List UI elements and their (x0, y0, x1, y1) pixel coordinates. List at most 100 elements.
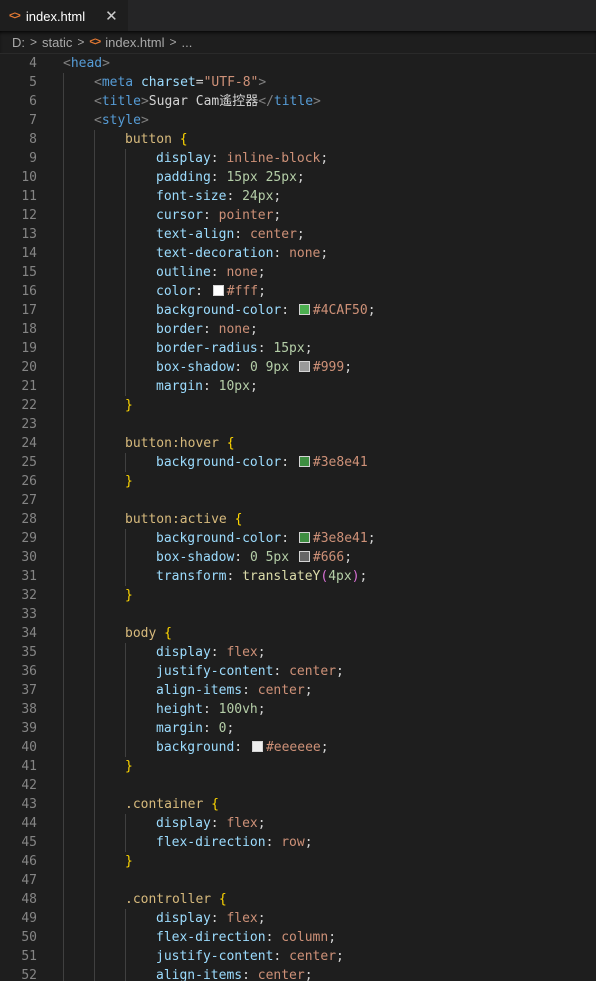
token-val: #eeeeee (265, 740, 321, 755)
line-number: 25 (21, 455, 37, 470)
token-sel: body (125, 626, 157, 641)
code-line[interactable]: 38 height: 100vh; (0, 700, 596, 719)
breadcrumb-folder[interactable]: static (42, 35, 72, 50)
code-line[interactable]: 22} (0, 396, 596, 415)
breadcrumb-drive[interactable]: D: (12, 35, 25, 50)
color-swatch[interactable] (298, 361, 310, 372)
code-content: text-align: center; (37, 225, 305, 244)
token-text: : (202, 322, 219, 337)
token-text: ; (367, 303, 376, 318)
code-line[interactable]: 18 border: none; (0, 320, 596, 339)
code-line[interactable]: 28 button:active { (0, 510, 596, 529)
color-swatch[interactable] (298, 551, 310, 562)
color-swatch[interactable] (298, 456, 310, 467)
code-line[interactable]: 48 .controller { (0, 890, 596, 909)
token-text: ; (304, 341, 313, 356)
code-line[interactable]: 32} (0, 586, 596, 605)
code-line[interactable]: 40 background: #eeeeee; (0, 738, 596, 757)
code-line[interactable]: 17 background-color: #4CAF50; (0, 301, 596, 320)
code-line[interactable]: 8 button { (0, 130, 596, 149)
code-line[interactable]: 5 <meta charset="UTF-8"> (0, 73, 596, 92)
indent-guide (125, 681, 126, 700)
code-line[interactable]: 15 outline: none; (0, 263, 596, 282)
code-line[interactable]: 36 justify-content: center; (0, 662, 596, 681)
token-text: : (265, 930, 282, 945)
token-text: ; (273, 208, 282, 223)
code-line[interactable]: 29 background-color: #3e8e41; (0, 529, 596, 548)
code-line[interactable]: 20 box-shadow: 0 9px #999; (0, 358, 596, 377)
code-content: <title>Sugar Cam遙控器</title> (37, 92, 321, 111)
code-line[interactable]: 12 cursor: pointer; (0, 206, 596, 225)
code-content: justify-content: center; (37, 662, 344, 681)
code-line[interactable]: 11 font-size: 24px; (0, 187, 596, 206)
tab-index-html[interactable]: <> index.html ✕ (0, 0, 128, 31)
color-swatch[interactable] (298, 304, 310, 315)
indent-guide (94, 130, 95, 149)
token-sel: button (125, 132, 172, 147)
code-line[interactable]: 6 <title>Sugar Cam遙控器</title> (0, 92, 596, 111)
code-content: padding: 15px 25px; (37, 168, 305, 187)
code-line[interactable]: 33 (0, 605, 596, 624)
color-swatch[interactable] (251, 741, 263, 752)
code-line[interactable]: 13 text-align: center; (0, 225, 596, 244)
token-val: #666 (312, 550, 345, 565)
color-swatch[interactable] (212, 285, 224, 296)
color-swatch[interactable] (298, 532, 310, 543)
code-line[interactable]: 31 transform: translateY(4px); (0, 567, 596, 586)
token-brace: } (125, 474, 133, 489)
code-line[interactable]: 37 align-items: center; (0, 681, 596, 700)
indent-guide (63, 624, 64, 643)
code-line[interactable]: 4 <head> (0, 54, 596, 73)
code-line[interactable]: 34 body { (0, 624, 596, 643)
code-line[interactable]: 14 text-decoration: none; (0, 244, 596, 263)
code-line[interactable]: 27 (0, 491, 596, 510)
code-line[interactable]: 41} (0, 757, 596, 776)
code-line[interactable]: 9 display: inline-block; (0, 149, 596, 168)
token-text: : (202, 208, 219, 223)
code-line[interactable]: 52 align-items: center; (0, 966, 596, 981)
breadcrumb-file[interactable]: index.html (105, 35, 164, 50)
tab-label: index.html (25, 8, 86, 24)
code-line[interactable]: 50 flex-direction: column; (0, 928, 596, 947)
code-line[interactable]: 16 color: #fff; (0, 282, 596, 301)
code-line[interactable]: 42 (0, 776, 596, 795)
code-line[interactable]: 24 button:hover { (0, 434, 596, 453)
indent-guide (63, 73, 64, 92)
code-line[interactable]: 49 display: flex; (0, 909, 596, 928)
indent-guide (125, 187, 126, 206)
indent-guide (63, 396, 64, 415)
indent-guide (125, 643, 126, 662)
code-line[interactable]: 47 (0, 871, 596, 890)
code-line[interactable]: 21 margin: 10px; (0, 377, 596, 396)
code-line[interactable]: 7 <style> (0, 111, 596, 130)
code-line[interactable]: 26} (0, 472, 596, 491)
line-number: 43 (21, 797, 37, 812)
code-line[interactable]: 51 justify-content: center; (0, 947, 596, 966)
token-text: ; (336, 949, 344, 964)
code-line[interactable]: 46} (0, 852, 596, 871)
line-number: 39 (21, 721, 37, 736)
breadcrumb-more[interactable]: ... (182, 35, 193, 50)
code-line[interactable]: 35 display: flex; (0, 643, 596, 662)
code-line[interactable]: 25 background-color: #3e8e41 (0, 453, 596, 472)
line-number: 49 (21, 911, 37, 926)
code-line[interactable]: 43 .container { (0, 795, 596, 814)
line-number: 23 (21, 417, 37, 432)
code-line[interactable]: 45 flex-direction: row; (0, 833, 596, 852)
token-val: center (289, 664, 337, 679)
token-val: flex (226, 645, 258, 660)
code-editor[interactable]: 4 <head> 5 <meta charset="UTF-8"> 6 <title>Su… (0, 53, 596, 981)
code-line[interactable]: 19 border-radius: 15px; (0, 339, 596, 358)
code-line[interactable]: 23 (0, 415, 596, 434)
indent-guide (63, 738, 64, 757)
code-line[interactable]: 30 box-shadow: 0 5px #666; (0, 548, 596, 567)
close-icon[interactable]: ✕ (105, 7, 118, 25)
code-line[interactable]: 10 padding: 15px 25px; (0, 168, 596, 187)
code-line[interactable]: 44 display: flex; (0, 814, 596, 833)
code-line[interactable]: 39 margin: 0; (0, 719, 596, 738)
indent-guide (63, 92, 64, 111)
html-file-icon: <> (9, 10, 21, 22)
